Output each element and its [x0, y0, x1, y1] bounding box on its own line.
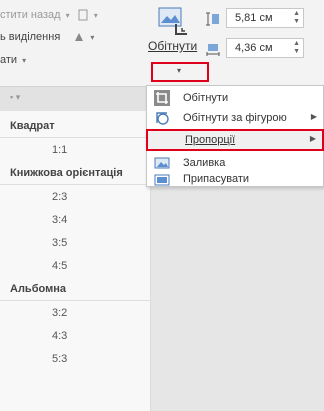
chevron-down-icon[interactable]: ▾ — [66, 11, 70, 20]
clipboard-icon[interactable] — [77, 9, 89, 21]
width-field[interactable]: 4,36 см ▲ ▼ — [226, 38, 304, 58]
crop-shape-icon — [156, 112, 169, 125]
fit-icon — [154, 174, 170, 186]
menu-item-crop[interactable]: Обітнути — [147, 87, 323, 109]
menu-item-label: Обітнути за фігурою — [183, 112, 287, 124]
crop-button-label[interactable]: Обітнути — [148, 39, 197, 53]
chevron-down-icon[interactable]: ▾ — [94, 11, 98, 20]
submenu-arrow-icon: ▶ — [309, 134, 316, 143]
arrange-row[interactable]: ати ▾ — [0, 54, 26, 66]
chevron-down-icon[interactable]: ▾ — [22, 56, 26, 65]
fill-icon — [154, 157, 170, 169]
menu-item-label: Пропорції — [185, 134, 236, 146]
ratio-item[interactable]: 3:5 — [52, 237, 67, 249]
chevron-down-icon[interactable]: ▾ — [177, 66, 181, 75]
ratio-item[interactable]: 4:3 — [52, 330, 67, 342]
menu-item-label: Припасувати — [183, 173, 250, 185]
pane-header-text: ▪ ▾ — [10, 92, 21, 102]
arrange-label[interactable]: ати — [0, 54, 17, 66]
aspect-ratio-pane: ▪ ▾ Квадрат 1:1 Книжкова орієнтація 2:3 … — [0, 87, 151, 411]
menu-item-aspect-ratio[interactable]: Пропорції ▶ — [146, 129, 324, 151]
ratio-item[interactable]: 2:3 — [52, 191, 67, 203]
width-value[interactable]: 4,36 см — [235, 42, 273, 54]
pane-header: ▪ ▾ — [0, 87, 150, 111]
ratio-item[interactable]: 4:5 — [52, 260, 67, 272]
group-landscape: Альбомна — [10, 283, 66, 295]
crop-large-icon[interactable] — [156, 6, 190, 38]
group-portrait: Книжкова орієнтація — [10, 167, 123, 179]
ratio-item[interactable]: 1:1 — [52, 144, 67, 156]
submenu-arrow-icon: ▶ — [310, 112, 317, 121]
crop-menu: Обітнути Обітнути за фігурою ▶ Пропорції… — [146, 85, 324, 187]
menu-item-label: Обітнути — [183, 92, 229, 104]
undo-label[interactable]: стити назад — [0, 9, 61, 21]
undo-row[interactable]: стити назад ▾ ▾ — [0, 9, 98, 21]
divider — [0, 137, 150, 138]
divider — [0, 300, 150, 301]
crop-icon — [154, 90, 170, 106]
height-field[interactable]: 5,81 см ▲ ▼ — [226, 8, 304, 28]
height-value[interactable]: 5,81 см — [235, 12, 273, 24]
menu-item-fill[interactable]: Заливка — [147, 152, 323, 174]
height-spinner-icon[interactable]: ▲ ▼ — [293, 10, 300, 26]
group-square: Квадрат — [10, 120, 55, 132]
crop-dropdown-button[interactable]: ▾ — [151, 62, 209, 82]
rotate-icon[interactable] — [73, 31, 85, 43]
menu-item-fit[interactable]: Припасувати — [147, 172, 323, 188]
ratio-item[interactable]: 5:3 — [52, 353, 67, 365]
ribbon: стити назад ▾ ▾ ь виділення ▾ ати ▾ Обіт… — [0, 0, 324, 87]
height-icon — [206, 12, 219, 26]
menu-item-label: Заливка — [183, 157, 226, 169]
width-icon — [206, 44, 220, 56]
selection-row[interactable]: ь виділення ▾ — [0, 31, 94, 43]
chevron-down-icon[interactable]: ▾ — [90, 33, 94, 42]
selection-label[interactable]: ь виділення — [0, 31, 60, 43]
divider — [0, 184, 150, 185]
width-spinner-icon[interactable]: ▲ ▼ — [293, 40, 300, 56]
menu-item-crop-to-shape[interactable]: Обітнути за фігурою ▶ — [147, 107, 323, 129]
ratio-item[interactable]: 3:4 — [52, 214, 67, 226]
ratio-item[interactable]: 3:2 — [52, 307, 67, 319]
